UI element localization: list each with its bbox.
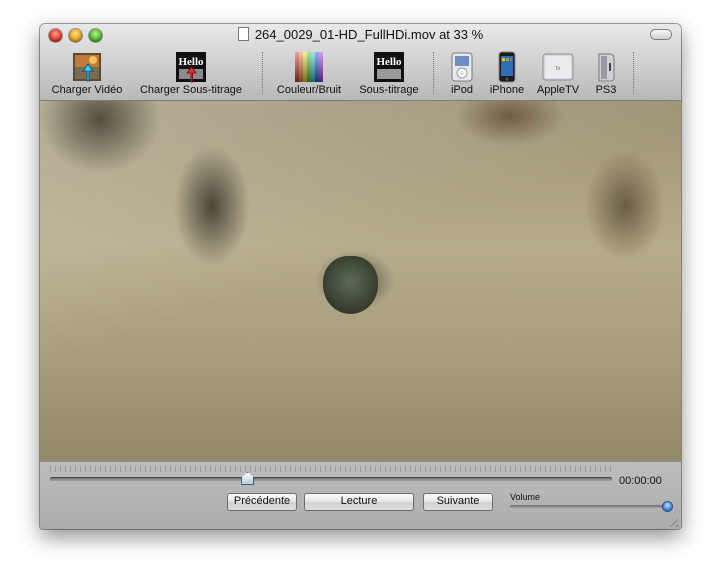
- volume-knob[interactable]: [661, 501, 673, 512]
- toolbar-label: AppleTV: [536, 84, 580, 96]
- next-button[interactable]: Suivante: [423, 493, 493, 511]
- window-title-container: 264_0029_01-HD_FullHDi.mov at 33 %: [40, 27, 681, 42]
- resize-grip[interactable]: [666, 515, 678, 527]
- window-title: 264_0029_01-HD_FullHDi.mov at 33 %: [254, 27, 484, 42]
- toolbar-separator: [262, 52, 263, 94]
- toolbar-load-video[interactable]: Charger Vidéo: [49, 51, 125, 96]
- toolbar-load-subtitles[interactable]: Hello Charger Sous-titrage: [135, 51, 247, 96]
- toolbar-appletv[interactable]: tv AppleTV: [533, 51, 583, 96]
- timeline-thumb[interactable]: [241, 472, 255, 485]
- video-preview: [40, 101, 681, 461]
- toolbar-separator: [433, 52, 434, 94]
- ipod-icon: [446, 51, 478, 83]
- toolbar-label: Charger Vidéo: [51, 84, 123, 96]
- ps3-icon: [590, 51, 622, 83]
- timeline-slider[interactable]: [50, 477, 612, 481]
- toolbar-separator: [633, 52, 634, 94]
- toolbar-label: iPod: [450, 84, 474, 96]
- load-subtitles-icon: Hello: [175, 51, 207, 83]
- hello-text: Hello: [178, 56, 204, 68]
- toolbar-color-noise[interactable]: Couleur/Bruit: [272, 51, 346, 96]
- toolbar-toggle-button[interactable]: [651, 30, 671, 39]
- previous-button[interactable]: Précédente: [227, 493, 297, 511]
- toolbar-label: iPhone: [489, 84, 525, 96]
- appletv-icon: tv: [542, 51, 574, 83]
- svg-text:tv: tv: [556, 66, 561, 72]
- play-button[interactable]: Lecture: [304, 493, 414, 511]
- toolbar-iphone[interactable]: iPhone: [486, 51, 528, 96]
- playback-controls: 00:00:00 Précédente Lecture Suivante Vol…: [40, 461, 681, 529]
- subtitles-icon: Hello: [373, 51, 405, 83]
- toolbar-ipod[interactable]: iPod: [442, 51, 482, 96]
- toolbar-label: PS3: [595, 84, 617, 96]
- toolbar-label: Charger Sous-titrage: [139, 84, 243, 96]
- volume-label: Volume: [510, 492, 541, 502]
- timecode: 00:00:00: [619, 475, 662, 487]
- video-frame-subject: [323, 256, 378, 314]
- title-bar: 264_0029_01-HD_FullHDi.mov at 33 % Charg…: [40, 24, 681, 101]
- color-noise-icon: [293, 51, 325, 83]
- toolbar-ps3[interactable]: PS3: [588, 51, 624, 96]
- toolbar-subtitles[interactable]: Hello Sous-titrage: [354, 51, 424, 96]
- hello-text: Hello: [376, 56, 402, 68]
- toolbar-label: Couleur/Bruit: [276, 84, 342, 96]
- volume-slider[interactable]: [510, 505, 666, 508]
- iphone-icon: [491, 51, 523, 83]
- load-video-icon: [71, 51, 103, 83]
- document-icon: [237, 27, 249, 41]
- toolbar-label: Sous-titrage: [359, 84, 419, 96]
- app-window: 264_0029_01-HD_FullHDi.mov at 33 % Charg…: [40, 24, 681, 529]
- timeline-ticks: [50, 466, 612, 472]
